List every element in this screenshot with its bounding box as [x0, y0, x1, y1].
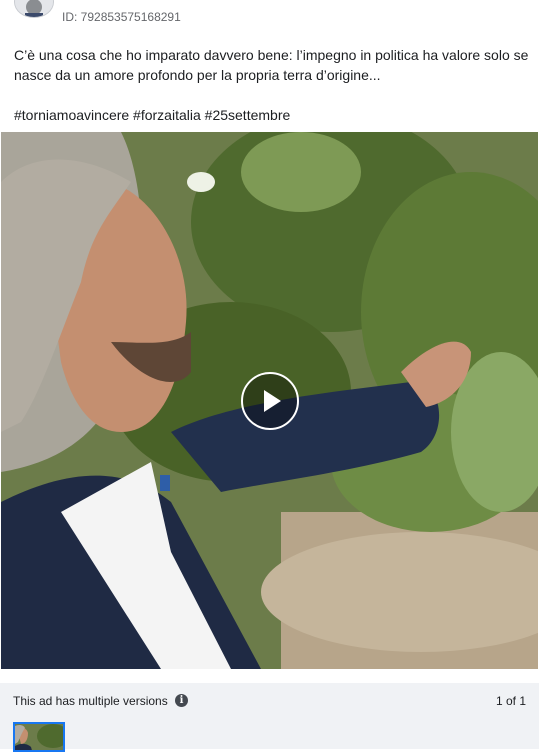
ad-video[interactable] — [1, 132, 538, 669]
versions-footer: This ad has multiple versions i 1 of 1 — [0, 683, 539, 752]
page-avatar[interactable] — [14, 0, 54, 18]
version-thumbnail[interactable] — [13, 722, 65, 752]
play-icon — [264, 390, 281, 412]
version-thumbnail-image — [15, 724, 63, 750]
ad-header: ID: 792853575168291 — [0, 0, 539, 30]
ad-body-text: C’è una cosa che ho imparato davvero ben… — [14, 47, 529, 83]
info-icon[interactable]: i — [175, 694, 188, 707]
ad-hashtags[interactable]: #torniamoavincere #forzaitalia #25settem… — [14, 105, 290, 125]
ad-id: ID: 792853575168291 — [62, 10, 181, 24]
play-button[interactable] — [241, 372, 299, 430]
multiple-versions-label: This ad has multiple versions — [13, 694, 168, 708]
version-pager: 1 of 1 — [495, 694, 526, 708]
